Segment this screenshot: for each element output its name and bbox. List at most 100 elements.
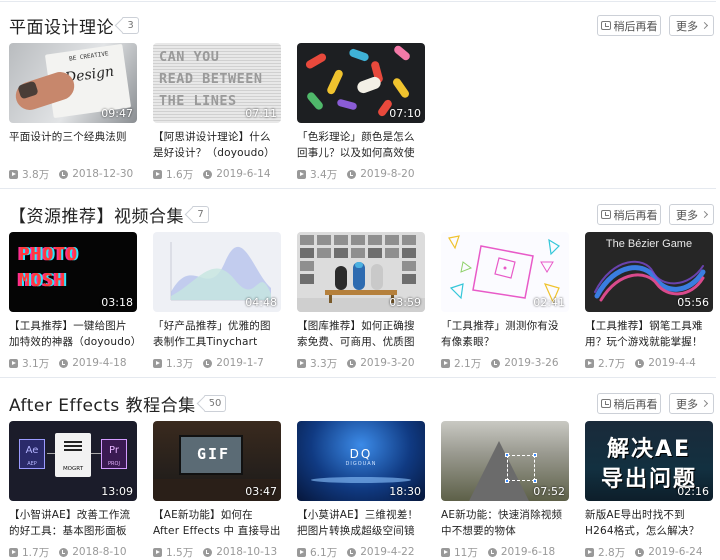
clock-icon: [600, 21, 611, 30]
upload-date: 2018-10-13: [216, 546, 278, 558]
upload-date: 2019-6-18: [500, 546, 556, 558]
video-title[interactable]: AE新功能：快速消除视频中不想要的物体: [441, 507, 569, 539]
video-meta: 3.4万 2019-8-20: [297, 167, 425, 181]
watch-later-button[interactable]: 稍后再看: [597, 393, 661, 414]
video-thumbnail[interactable]: 02:41: [441, 232, 569, 312]
thumbnail-art: [305, 90, 325, 112]
video-card[interactable]: 07:52 AE新功能：快速消除视频中不想要的物体 11万 2019-6-18: [441, 421, 569, 559]
video-meta: 3.8万 2018-12-30: [9, 167, 137, 181]
handle-icon: [505, 479, 509, 483]
play-count-icon: [585, 358, 594, 368]
video-thumbnail[interactable]: CAN YOU READ BETWEEN THE LINES 07:11: [153, 43, 281, 123]
video-thumbnail[interactable]: Ae AEP MOGRT Pr PROJ 13:09: [9, 421, 137, 501]
play-count: 2.8万: [598, 546, 626, 559]
section-header: 【资源推荐】视频合集 7: [9, 201, 209, 227]
video-title[interactable]: 【图库推荐】如何正确搜索免费、可商用、优质图片: [297, 318, 425, 350]
clock-icon: [635, 358, 645, 368]
video-title[interactable]: 平面设计的三个经典法则: [9, 129, 137, 161]
video-card[interactable]: The Bézier Game 05:56 【工具推荐】钢笔工具难用？玩个游戏就…: [585, 232, 713, 370]
section-count-badge: 50: [203, 394, 227, 412]
play-count: 3.4万: [310, 168, 338, 181]
video-duration: 04:48: [245, 296, 277, 309]
video-card[interactable]: Ae AEP MOGRT Pr PROJ 13:09 【小智讲AE】改善工作流的…: [9, 421, 137, 559]
play-count-icon: [9, 358, 18, 368]
watch-later-button[interactable]: 稍后再看: [597, 204, 661, 225]
video-thumbnail[interactable]: The Bézier Game 05:56: [585, 232, 713, 312]
play-count: 6.1万: [310, 546, 338, 559]
play-count-icon: [585, 547, 594, 557]
video-thumbnail[interactable]: GIF 03:47: [153, 421, 281, 501]
selection-box: [505, 453, 537, 483]
play-count-icon: [153, 169, 162, 179]
video-duration: 03:47: [245, 485, 277, 498]
clock-icon: [203, 547, 213, 557]
thumbnail-text: MOGRT: [62, 466, 84, 472]
more-button[interactable]: 更多: [669, 204, 714, 225]
video-title[interactable]: 「工具推荐」测测你有没有像素眼？: [441, 318, 569, 350]
video-title[interactable]: 【工具推荐】一键给图片加特效的神器（doyoudo）: [9, 318, 137, 350]
video-card[interactable]: 02:41 「工具推荐」测测你有没有像素眼？ 2.1万 2019-3-26: [441, 232, 569, 370]
section-title[interactable]: 平面设计理论: [9, 13, 114, 38]
play-count-icon: [9, 547, 18, 557]
upload-date: 2018-12-30: [72, 168, 134, 180]
video-card[interactable]: DQ DIGOUAN 18:30 【小莫讲AE】三维视差！把图片转换成超级空间镜…: [297, 421, 425, 559]
video-title[interactable]: 【AE新功能】如何在 After Effects 中 直接导出 GIF 动: [153, 507, 281, 539]
play-count-icon: [441, 547, 450, 557]
section-divider: [0, 188, 716, 189]
video-title[interactable]: 【小莫讲AE】三维视差！把图片转换成超级空间镜头的正: [297, 507, 425, 539]
thumbnail-text: Pr: [109, 445, 119, 456]
play-count-icon: [9, 169, 18, 179]
video-thumbnail[interactable]: 04:48: [153, 232, 281, 312]
video-card[interactable]: 07:10 「色彩理论」颜色是怎么回事儿？以及如何高效使用 3.4万 2019-…: [297, 43, 425, 181]
video-duration: 09:47: [101, 107, 133, 120]
thumbnail-art: [325, 68, 345, 96]
video-title[interactable]: 【阿思讲设计理论】什么是好设计？（doyoudo）: [153, 129, 281, 161]
video-meta: 1.6万 2019-6-14: [153, 167, 281, 181]
thumbnail-text: DQ: [349, 447, 373, 461]
thumbnail-art: [304, 52, 328, 70]
video-thumbnail[interactable]: DQ DIGOUAN 18:30: [297, 421, 425, 501]
video-thumbnail[interactable]: BE CREATIVE Design 09:47: [9, 43, 137, 123]
section-divider: [0, 1, 716, 2]
play-count-icon: [153, 358, 162, 368]
thumbnail-text: AEP: [27, 461, 37, 467]
play-count: 2.7万: [598, 357, 626, 370]
thumbnail-art: [392, 44, 412, 62]
video-title[interactable]: 【工具推荐】钢笔工具难用？玩个游戏就能掌握！: [585, 318, 713, 350]
video-card[interactable]: BE CREATIVE Design 09:47 平面设计的三个经典法则 3.8…: [9, 43, 137, 181]
more-button[interactable]: 更多: [669, 393, 714, 414]
video-duration: 18:30: [389, 485, 421, 498]
mogrt-file-icon: MOGRT: [55, 433, 91, 477]
video-meta: 6.1万 2019-4-22: [297, 545, 425, 559]
clock-icon: [203, 169, 213, 179]
clock-icon: [347, 358, 357, 368]
video-title[interactable]: 「好产品推荐」优雅的图表制作工具Tinychart: [153, 318, 281, 350]
arrow-icon: [91, 453, 101, 454]
play-count-icon: [297, 169, 306, 179]
section-title[interactable]: 【资源推荐】视频合集: [9, 202, 184, 227]
video-duration: 05:56: [677, 296, 709, 309]
more-button[interactable]: 更多: [669, 15, 714, 36]
video-thumbnail[interactable]: 07:52: [441, 421, 569, 501]
video-meta: 2.7万 2019-4-4: [585, 356, 713, 370]
video-thumbnail[interactable]: PHOTO MOSH 03:18: [9, 232, 137, 312]
video-thumbnail[interactable]: 07:10: [297, 43, 425, 123]
video-meta: 1.7万 2018-8-10: [9, 545, 137, 559]
video-title[interactable]: 「色彩理论」颜色是怎么回事儿？以及如何高效使用: [297, 129, 425, 161]
upload-date: 2019-8-20: [360, 168, 415, 180]
video-card[interactable]: 解决AE 导出问题 02:16 新版AE导出时找不到H264格式，怎么解决？ 2…: [585, 421, 713, 559]
video-card[interactable]: 04:48 「好产品推荐」优雅的图表制作工具Tinychart 1.3万 201…: [153, 232, 281, 370]
video-card[interactable]: GIF 03:47 【AE新功能】如何在 After Effects 中 直接导…: [153, 421, 281, 559]
play-count-icon: [297, 547, 306, 557]
video-card[interactable]: PHOTO MOSH 03:18 【工具推荐】一键给图片加特效的神器（doyou…: [9, 232, 137, 370]
thumbnail-text: Ae: [25, 445, 39, 456]
video-title[interactable]: 新版AE导出时找不到H264格式，怎么解决？: [585, 507, 713, 539]
thumbnail-art: [336, 98, 358, 111]
video-thumbnail[interactable]: 解决AE 导出问题 02:16: [585, 421, 713, 501]
watch-later-button[interactable]: 稍后再看: [597, 15, 661, 36]
video-card[interactable]: CAN YOU READ BETWEEN THE LINES 07:11 【阿思…: [153, 43, 281, 181]
video-card[interactable]: 03:59 【图库推荐】如何正确搜索免费、可商用、优质图片 3.3万 2019-…: [297, 232, 425, 370]
video-thumbnail[interactable]: 03:59: [297, 232, 425, 312]
video-title[interactable]: 【小智讲AE】改善工作流的好工具：基本图形面板: [9, 507, 137, 539]
section-title[interactable]: After Effects 教程合集: [9, 391, 196, 416]
